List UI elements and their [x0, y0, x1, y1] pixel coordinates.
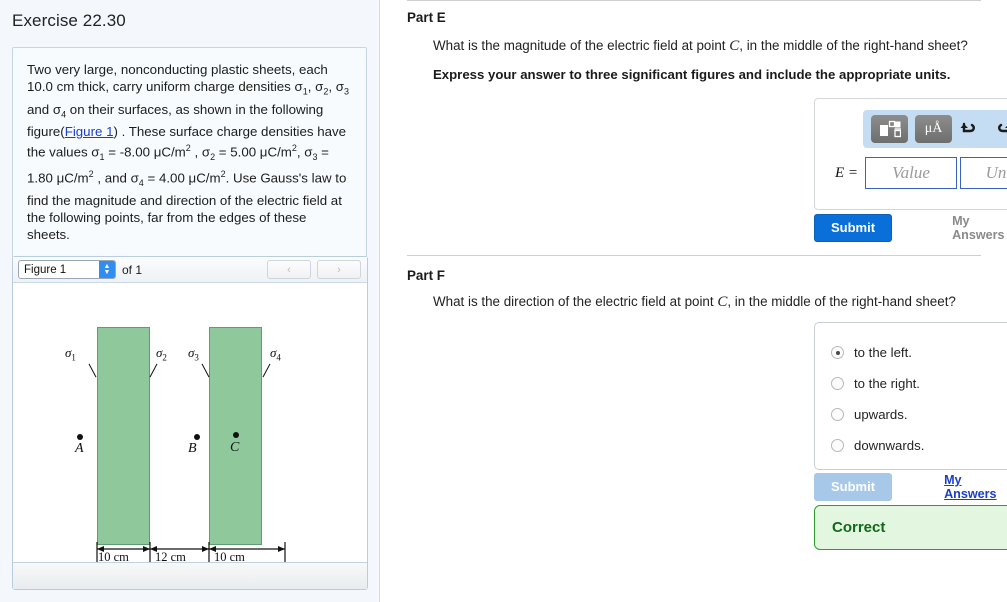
choice-label-to-the-right: to the right.	[854, 376, 920, 391]
figure-panel: Figure 1 ▲ ▼ of 1 ‹ › σ1 σ2 σ3 σ4 A B C …	[12, 256, 368, 590]
radio-to-the-right[interactable]	[831, 377, 844, 390]
point-c-label: C	[230, 440, 240, 455]
part-f-question-variable: C	[717, 294, 728, 310]
value-input[interactable]: Value	[865, 157, 957, 189]
redo-icon[interactable]	[994, 120, 1007, 138]
choice-upwards[interactable]: upwards.	[815, 399, 1007, 430]
undo-icon[interactable]	[959, 120, 979, 138]
point-b-label: B	[188, 441, 197, 456]
choice-label-upwards: upwards.	[854, 407, 908, 422]
figure-count-label: of 1	[122, 262, 143, 277]
choice-to-the-left[interactable]: to the left.	[815, 337, 1007, 368]
math-toolbar: μÅ	[863, 110, 1007, 148]
chevron-updown-icon[interactable]: ▲ ▼	[99, 261, 115, 278]
problem-statement-box: Two very large, nonconducting plastic sh…	[12, 47, 367, 260]
part-f-question: What is the direction of the electric fi…	[433, 294, 956, 310]
part-f-heading: Part F	[407, 268, 445, 283]
sigma-2-leader	[149, 363, 158, 378]
left-panel: Exercise 22.30 Two very large, nonconduc…	[0, 0, 380, 602]
part-f-divider	[407, 255, 981, 256]
page-title: Exercise 22.30	[12, 11, 126, 30]
radio-upwards[interactable]	[831, 408, 844, 421]
sheet-left	[97, 327, 150, 545]
part-f-choice-box: to the left. to the right. upwards. down…	[814, 322, 1007, 470]
point-b-dot	[194, 434, 200, 440]
sigma-2-label: σ2	[156, 345, 167, 363]
part-e-instruction: Express your answer to three significant…	[433, 67, 951, 82]
template-icon[interactable]	[871, 115, 908, 143]
choice-to-the-right[interactable]: to the right.	[815, 368, 1007, 399]
figure-footer-bar	[13, 562, 367, 589]
part-e-question-variable: C	[729, 38, 740, 54]
figure-diagram: σ1 σ2 σ3 σ4 A B C 10 cm 12 cm 10 cm	[13, 283, 367, 563]
choice-label-downwards: downwards.	[854, 438, 925, 453]
figure-select-dropdown[interactable]: Figure 1 ▲ ▼	[18, 260, 116, 279]
sigma-4-label: σ4	[270, 345, 281, 363]
radio-to-the-left[interactable]	[831, 346, 844, 359]
part-e-submit-button[interactable]: Submit	[814, 214, 893, 242]
point-a-dot	[77, 434, 83, 440]
right-panel: Part E What is the magnitude of the elec…	[381, 0, 1007, 602]
point-a-label: A	[75, 441, 84, 456]
choice-downwards[interactable]: downwards.	[815, 430, 1007, 461]
part-f-submit-button[interactable]: Submit	[814, 473, 893, 501]
field-label-E: E =	[834, 164, 858, 181]
figure-next-button[interactable]: ›	[317, 260, 361, 279]
part-e-answer-row: E = Value Units	[829, 157, 1007, 189]
status-badge: Correct	[814, 505, 1007, 550]
figure-select-value: Figure 1	[24, 263, 67, 276]
radio-downwards[interactable]	[831, 439, 844, 452]
sigma-3-label: σ3	[188, 345, 199, 363]
sigma-1-leader	[88, 363, 97, 378]
choice-label-to-the-left: to the left.	[854, 345, 912, 360]
units-icon[interactable]: μÅ	[915, 115, 952, 143]
part-f-my-answers-link[interactable]: My Answers	[944, 473, 997, 501]
units-input-placeholder: Units	[985, 163, 1007, 182]
sigma-1-label: σ1	[65, 345, 76, 363]
status-badge-text: Correct	[832, 519, 886, 536]
point-c-dot	[233, 432, 239, 438]
sigma-4-leader	[262, 363, 271, 378]
part-f-actions: Submit My Answers Give Up	[814, 473, 1007, 501]
part-e-actions: Submit My Answers Give Up	[814, 214, 1007, 242]
units-input[interactable]: Units	[960, 157, 1007, 189]
value-input-placeholder: Value	[892, 163, 930, 182]
problem-statement-text: Two very large, nonconducting plastic sh…	[27, 62, 349, 243]
part-e-question: What is the magnitude of the electric fi…	[433, 38, 968, 54]
part-e-answer-box: μÅ E = Value Un	[814, 98, 1007, 210]
part-e-heading: Part E	[407, 10, 446, 25]
figure-toolbar: Figure 1 ▲ ▼ of 1 ‹ ›	[13, 257, 367, 283]
figure-prev-button[interactable]: ‹	[267, 260, 311, 279]
part-e-my-answers-link[interactable]: My Answers	[952, 214, 1005, 242]
